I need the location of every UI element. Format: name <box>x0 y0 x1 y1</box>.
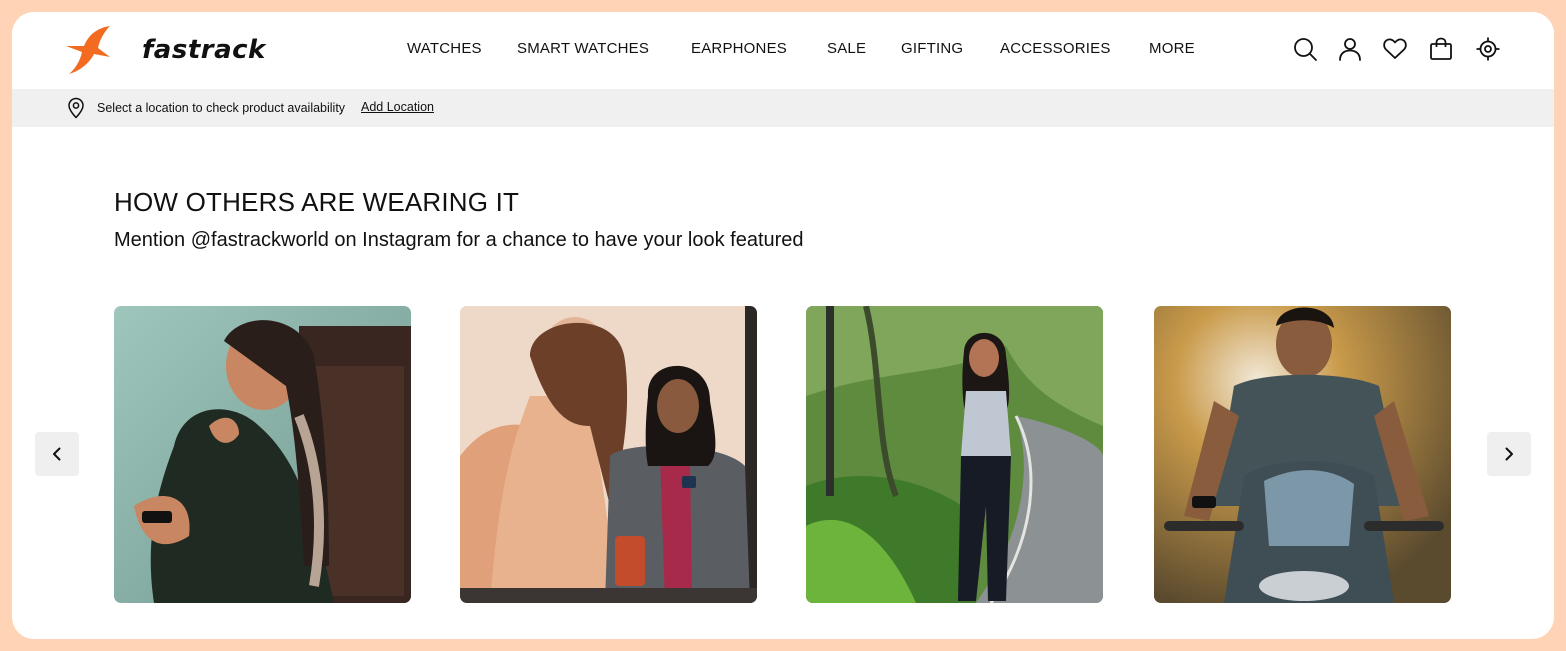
photo-man-motorbike <box>1154 306 1451 603</box>
photo-woman-poster <box>460 306 757 603</box>
carousel-next-button[interactable] <box>1487 432 1531 476</box>
nav-earphones[interactable]: EARPHONES <box>691 40 787 57</box>
store-locator-icon[interactable] <box>1475 36 1501 62</box>
nav-watches[interactable]: WATCHES <box>407 40 482 57</box>
carousel-prev-button[interactable] <box>35 432 79 476</box>
account-icon[interactable] <box>1337 36 1363 62</box>
chevron-right-icon <box>1505 447 1513 461</box>
nav-more[interactable]: MORE <box>1149 40 1195 57</box>
nav-accessories[interactable]: ACCESSORIES <box>1000 40 1111 57</box>
ugc-photo-man-motorbike[interactable] <box>1154 306 1451 603</box>
fastrack-logo-mark-icon <box>66 26 110 74</box>
add-location-link[interactable]: Add Location <box>361 100 434 114</box>
ugc-photo-woman-armchair[interactable] <box>114 306 411 603</box>
nav-gifting[interactable]: GIFTING <box>901 40 963 57</box>
photo-woman-road <box>806 306 1103 603</box>
location-prompt-text: Select a location to check product avail… <box>97 101 346 115</box>
section-title: HOW OTHERS ARE WEARING IT <box>114 187 520 217</box>
location-bar: Select a location to check product avail… <box>12 89 1554 127</box>
nav-sale[interactable]: SALE <box>827 40 866 57</box>
ugc-photo-woman-poster[interactable] <box>460 306 757 603</box>
search-icon[interactable] <box>1292 36 1318 62</box>
location-pin-icon <box>65 97 87 119</box>
wishlist-heart-icon[interactable] <box>1382 36 1408 62</box>
page-frame: fastrack WATCHES SMART WATCHES EARPHONES… <box>12 12 1554 639</box>
section-subtitle: Mention @fastrackworld on Instagram for … <box>114 229 804 251</box>
chevron-left-icon <box>53 447 61 461</box>
photo-woman-armchair <box>114 306 411 603</box>
site-header: fastrack WATCHES SMART WATCHES EARPHONES… <box>12 12 1554 89</box>
brand-logo[interactable]: fastrack <box>66 24 266 76</box>
ugc-photo-woman-road[interactable] <box>806 306 1103 603</box>
cart-bag-icon[interactable] <box>1428 36 1454 62</box>
brand-wordmark: fastrack <box>142 35 266 65</box>
nav-smart-watches[interactable]: SMART WATCHES <box>517 40 649 57</box>
